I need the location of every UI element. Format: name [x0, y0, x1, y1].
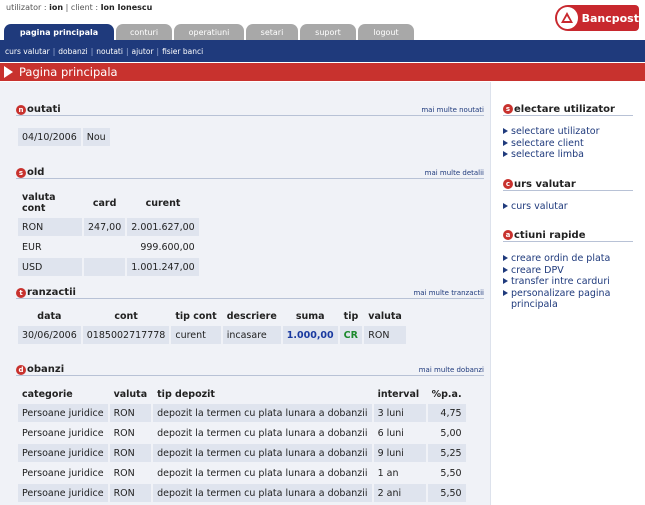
bullet-icon: t	[16, 287, 26, 298]
table-row[interactable]: Persoane juridice RON depozit la termen …	[18, 484, 466, 502]
link-creare-dpv[interactable]: creare DPV	[503, 265, 638, 277]
news-status: Nou	[82, 128, 110, 146]
bullet-icon: s	[503, 104, 513, 114]
more-news-link[interactable]: mai multe noutati	[421, 106, 484, 115]
subnav-dobanzi[interactable]: dobanzi	[58, 47, 87, 56]
credit-badge: CR	[339, 326, 363, 344]
table-row[interactable]: 04/10/2006 Nou	[18, 128, 110, 146]
col-header: valuta	[113, 389, 148, 400]
tab-suport[interactable]: suport	[300, 24, 356, 40]
arrow-right-icon	[503, 203, 508, 209]
link-selectare-client[interactable]: selectare client	[503, 138, 638, 150]
main-content: n outati mai multe noutati 04/10/2006 Nou…	[0, 82, 490, 505]
tab-conturi[interactable]: conturi	[116, 24, 172, 40]
arrow-right-icon	[503, 289, 508, 296]
table-row[interactable]: EUR 999.600,00	[18, 238, 199, 256]
arrow-right-icon	[503, 278, 508, 284]
link-selectare-limba[interactable]: selectare limba	[503, 149, 638, 161]
col-header: card	[92, 197, 117, 209]
sub-navigation: curs valutar | dobanzi | noutati | ajutor | fisi…	[5, 47, 204, 56]
sidebar-actiuni-list: creare ordin de plata creare DPV transfe…	[503, 253, 638, 311]
right-sidebar: s electare utilizator selectare utilizato…	[490, 82, 645, 505]
bullet-icon: d	[16, 364, 26, 375]
balance-table: valuta cont card curent RON 247,00 2.001…	[16, 188, 201, 278]
news-date: 04/10/2006	[18, 128, 81, 146]
bullet-icon: n	[16, 104, 26, 115]
col-header: descriere	[226, 311, 277, 322]
more-interest-link[interactable]: mai multe dobanzi	[419, 366, 484, 375]
col-header: data	[37, 311, 62, 322]
transaction-amount: 1.000,00	[282, 326, 338, 344]
tab-operatiuni[interactable]: operatiuni	[174, 24, 244, 40]
col-header: tip cont	[175, 311, 217, 322]
subnav-noutati[interactable]: noutati	[96, 47, 123, 56]
table-row[interactable]: Persoane juridice RON depozit la termen …	[18, 424, 466, 442]
bancpost-logo: Bancpost	[555, 5, 639, 31]
col-header: valuta	[368, 311, 402, 322]
page-title-bar: Pagina principala	[0, 63, 645, 81]
link-curs-valutar[interactable]: curs valutar	[503, 201, 638, 213]
bullet-icon: a	[503, 230, 513, 240]
section-sold-header: s old mai multe detalii	[16, 166, 484, 179]
section-sold-title: old	[27, 167, 45, 178]
arrow-right-icon	[503, 266, 508, 273]
link-selectare-utilizator[interactable]: selectare utilizator	[503, 126, 638, 138]
table-row[interactable]: USD 1.001.247,00	[18, 258, 199, 276]
subnav-ajutor[interactable]: ajutor	[132, 47, 154, 56]
section-tranzactii-title: ranzactii	[27, 287, 76, 298]
col-header: %p.a.	[431, 389, 462, 400]
col-header: suma	[295, 311, 325, 322]
sidebar-curs-list: curs valutar	[503, 201, 638, 213]
bullet-icon: c	[503, 179, 513, 189]
interest-table: categorie valuta tip depozit interval %p…	[16, 385, 468, 504]
main-tabs: pagina principala conturi operatiuni set…	[4, 24, 414, 40]
col-header: valuta cont	[22, 192, 56, 214]
col-header: categorie	[22, 389, 73, 400]
tab-logout[interactable]: logout	[358, 24, 414, 40]
client-name: Ion Ionescu	[100, 3, 153, 12]
arrow-right-icon	[503, 139, 508, 146]
arrow-right-icon	[4, 66, 13, 78]
tab-pagina-principala[interactable]: pagina principala	[4, 24, 114, 40]
sidebar-curs-header: c urs valutar	[503, 178, 633, 191]
col-header: curent	[145, 197, 181, 209]
table-row[interactable]: Persoane juridice RON depozit la termen …	[18, 404, 466, 422]
table-row[interactable]: Persoane juridice RON depozit la termen …	[18, 444, 466, 462]
link-personalizare-pagina[interactable]: personalizare pagina principala	[503, 288, 638, 311]
arrow-right-icon	[503, 255, 508, 261]
col-header: interval	[377, 389, 420, 400]
col-header: tip depozit	[157, 389, 215, 400]
sidebar-selectare-list: selectare utilizator selectare client se…	[503, 126, 638, 161]
table-row[interactable]: 30/06/2006 0185002717778 curent incasare…	[18, 326, 406, 344]
section-noutati-title: outati	[27, 104, 61, 115]
sidebar-selectare-header: s electare utilizator	[503, 103, 633, 116]
username: ion	[49, 3, 64, 12]
arrow-right-icon	[503, 151, 508, 157]
subnav-fisier-banci[interactable]: fisier banci	[162, 47, 203, 56]
section-dobanzi-title: obanzi	[27, 364, 65, 375]
col-header: cont	[114, 311, 138, 322]
subnav-curs-valutar[interactable]: curs valutar	[5, 47, 50, 56]
section-dobanzi-header: d obanzi mai multe dobanzi	[16, 363, 484, 376]
bancpost-logo-icon	[557, 7, 578, 29]
table-row[interactable]: Persoane juridice RON depozit la termen …	[18, 464, 466, 482]
link-creare-ordin-plata[interactable]: creare ordin de plata	[503, 253, 638, 265]
news-table: 04/10/2006 Nou	[16, 126, 112, 148]
more-details-link[interactable]: mai multe detalii	[425, 169, 484, 178]
section-noutati-header: n outati mai multe noutati	[16, 103, 484, 116]
tab-setari[interactable]: setari	[246, 24, 298, 40]
arrow-right-icon	[503, 128, 508, 134]
user-info: utilizator : ion | client : Ion Ionescu	[6, 3, 153, 12]
more-transactions-link[interactable]: mai multe tranzactii	[413, 289, 484, 298]
link-transfer-carduri[interactable]: transfer intre carduri	[503, 276, 638, 288]
col-header: tip	[343, 311, 359, 322]
sidebar-actiuni-header: a ctiuni rapide	[503, 229, 633, 242]
page-title: Pagina principala	[19, 65, 118, 79]
bullet-icon: s	[16, 167, 26, 178]
table-row[interactable]: RON 247,00 2.001.627,00	[18, 218, 199, 236]
transactions-table: data cont tip cont descriere suma tip va…	[16, 307, 408, 346]
section-tranzactii-header: t ranzactii mai multe tranzactii	[16, 286, 484, 299]
